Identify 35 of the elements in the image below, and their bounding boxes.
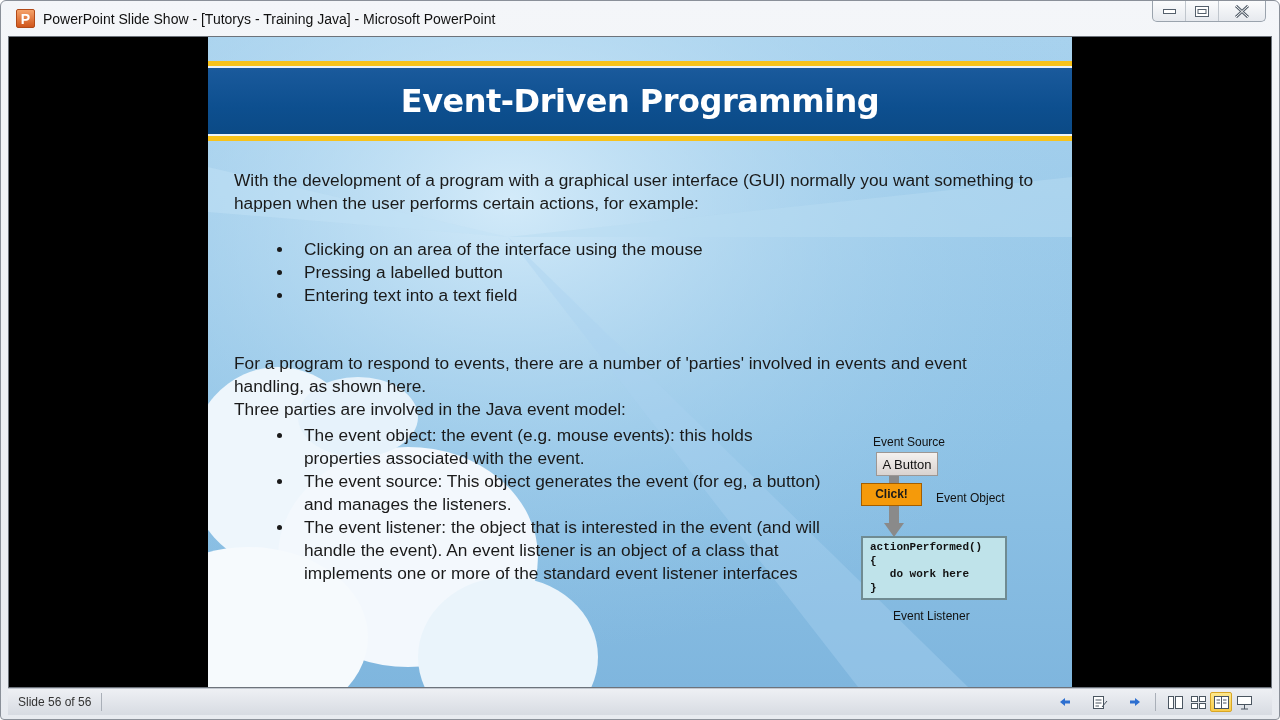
window-title: PowerPoint Slide Show - [Tutorys - Training Java] - Microsoft PowerPoint	[43, 10, 497, 27]
slide-counter: Slide 56 of 56	[8, 693, 103, 711]
bullet-text: The event source: This object generates the event (for eg, a button) and manages the listeners.	[304, 470, 822, 516]
bullet-icon	[277, 479, 282, 484]
slide-title: Event-Driven Programming	[400, 82, 880, 120]
bullet-icon	[277, 293, 282, 298]
notes-icon	[1092, 694, 1108, 710]
paragraph: Three parties are involved in the Java event model:	[234, 398, 627, 421]
bullet-text: Entering text into a text field	[304, 284, 518, 307]
app-logo: P	[16, 9, 35, 28]
bullet-text: The event listener: the object that is interested in the event (and will handle the event). An event listener is an object of a class that implements one or more of the standard event listener interfaces	[304, 516, 821, 585]
bullet-icon	[277, 433, 282, 438]
diagram-label: Event Object	[936, 490, 1005, 507]
event-box: Click!	[861, 483, 922, 506]
screen-icon	[1235, 694, 1253, 710]
right-arrow-icon	[1129, 697, 1141, 707]
close-icon	[1234, 4, 1250, 18]
bullet-text: Pressing a labelled button	[304, 261, 503, 284]
left-arrow-icon	[1059, 697, 1071, 707]
diagram-label: Event Source	[873, 434, 946, 451]
panes-icon	[1166, 694, 1184, 710]
diagram-label: Event Listener	[893, 608, 970, 625]
bullet-icon	[277, 270, 282, 275]
bullet-icon	[277, 525, 282, 530]
reading-view-button[interactable]	[1210, 692, 1232, 712]
minimize-icon	[1162, 8, 1176, 14]
bullet-text: Clicking on an area of the interface using the mouse	[304, 238, 703, 261]
bullet-text: The event object: the event (e.g. mouse events): this holds properties associated with the event.	[304, 424, 754, 470]
book-icon	[1212, 694, 1230, 710]
grid-icon	[1189, 694, 1207, 710]
bullet-icon	[277, 247, 282, 252]
maximize-icon	[1195, 5, 1209, 17]
paragraph: With the development of a program with a graphical user interface (GUI) normally you want something to happen when the user performs certain actions, for example:	[234, 169, 1035, 215]
code-box: actionPerformed() { do work here }	[861, 536, 1007, 600]
paragraph: For a program to respond to events, there are a number of 'parties' involved in events and event handling, as shown here.	[234, 352, 968, 398]
